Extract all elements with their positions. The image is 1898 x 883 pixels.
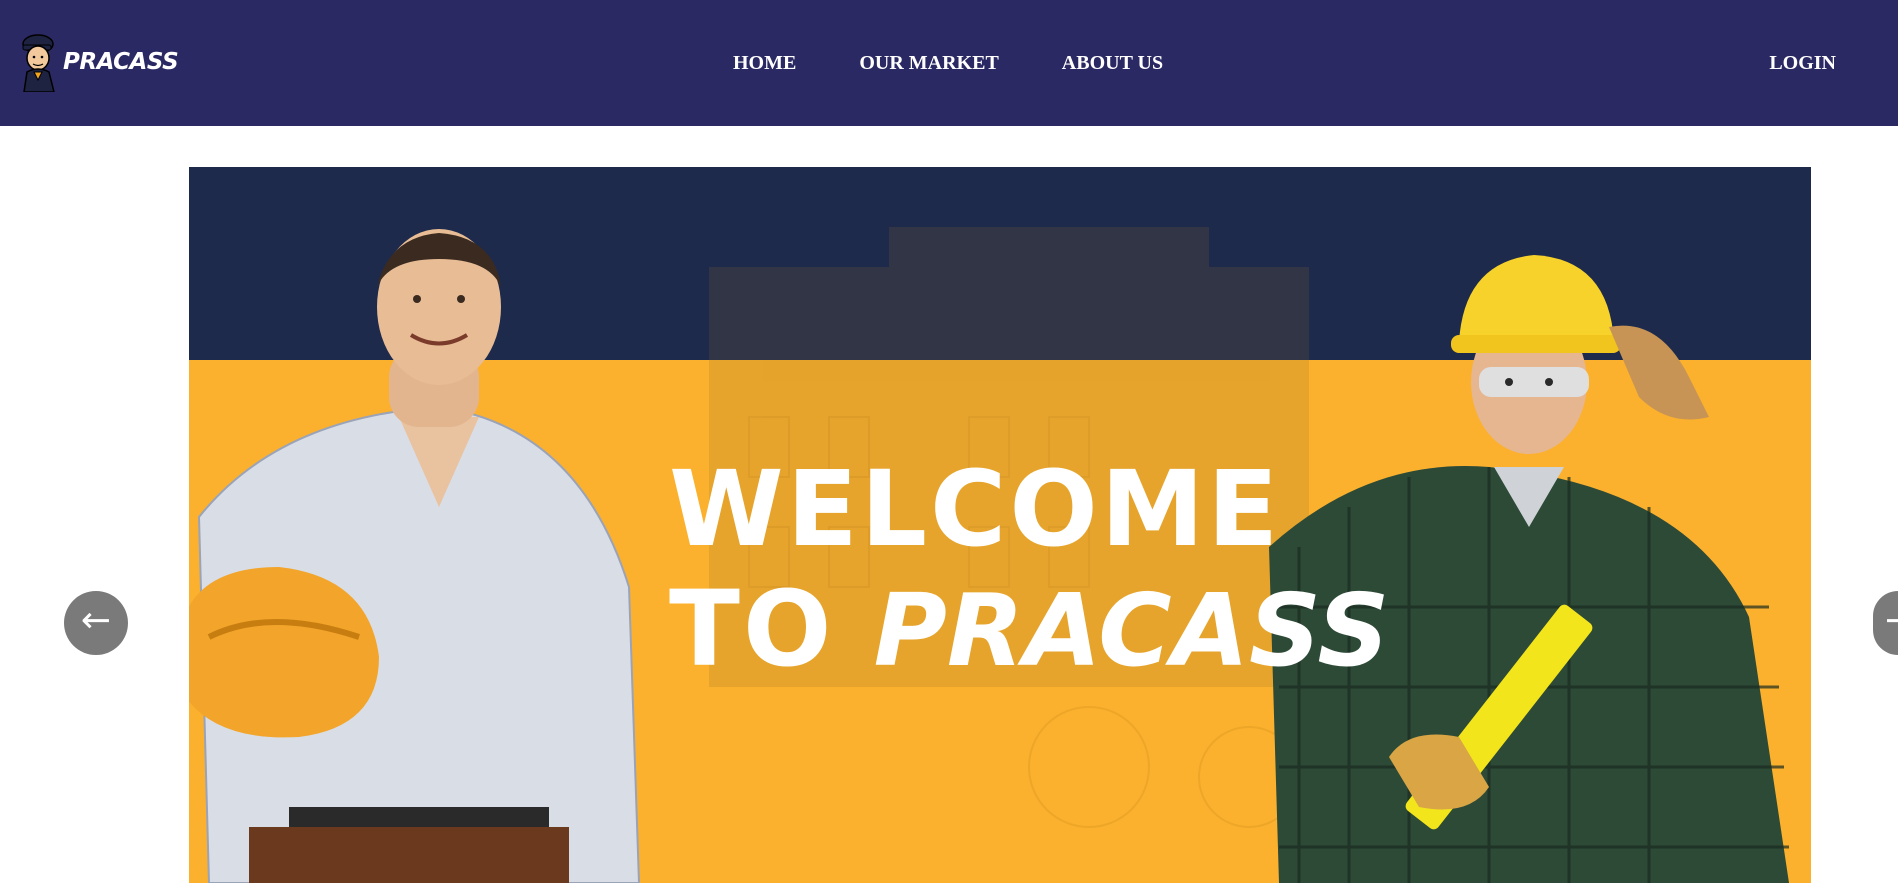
worker-left (189, 229, 641, 883)
brand-logo[interactable]: PRACASS (18, 32, 179, 92)
arrow-right-icon: → (1885, 600, 1898, 641)
carousel-prev-button[interactable]: ← (64, 591, 128, 655)
worker-mascot-icon (22, 34, 55, 92)
brand-name: PRACASS (63, 49, 179, 75)
nav-our-market[interactable]: OUR MARKET (859, 52, 998, 75)
headline-brand: PRACASS (873, 572, 1390, 689)
main-nav: HOME OUR MARKET ABOUT US (733, 52, 1226, 75)
nav-about-us[interactable]: ABOUT US (1062, 52, 1163, 75)
carousel-next-button[interactable]: → (1873, 591, 1898, 655)
login-link[interactable]: LOGIN (1769, 52, 1836, 75)
top-navigation-bar: PRACASS HOME OUR MARKET ABOUT US LOGIN (0, 0, 1898, 126)
hero-banner: WELCOME TO PRACASS (189, 167, 1811, 883)
headline-to: TO (669, 568, 835, 690)
arrow-left-icon: ← (80, 600, 112, 641)
banner-headline: WELCOME TO PRACASS (669, 449, 1389, 691)
headline-line-1: WELCOME (669, 448, 1282, 570)
headline-line-2: TO PRACASS (669, 569, 1389, 691)
nav-home[interactable]: HOME (733, 52, 796, 75)
